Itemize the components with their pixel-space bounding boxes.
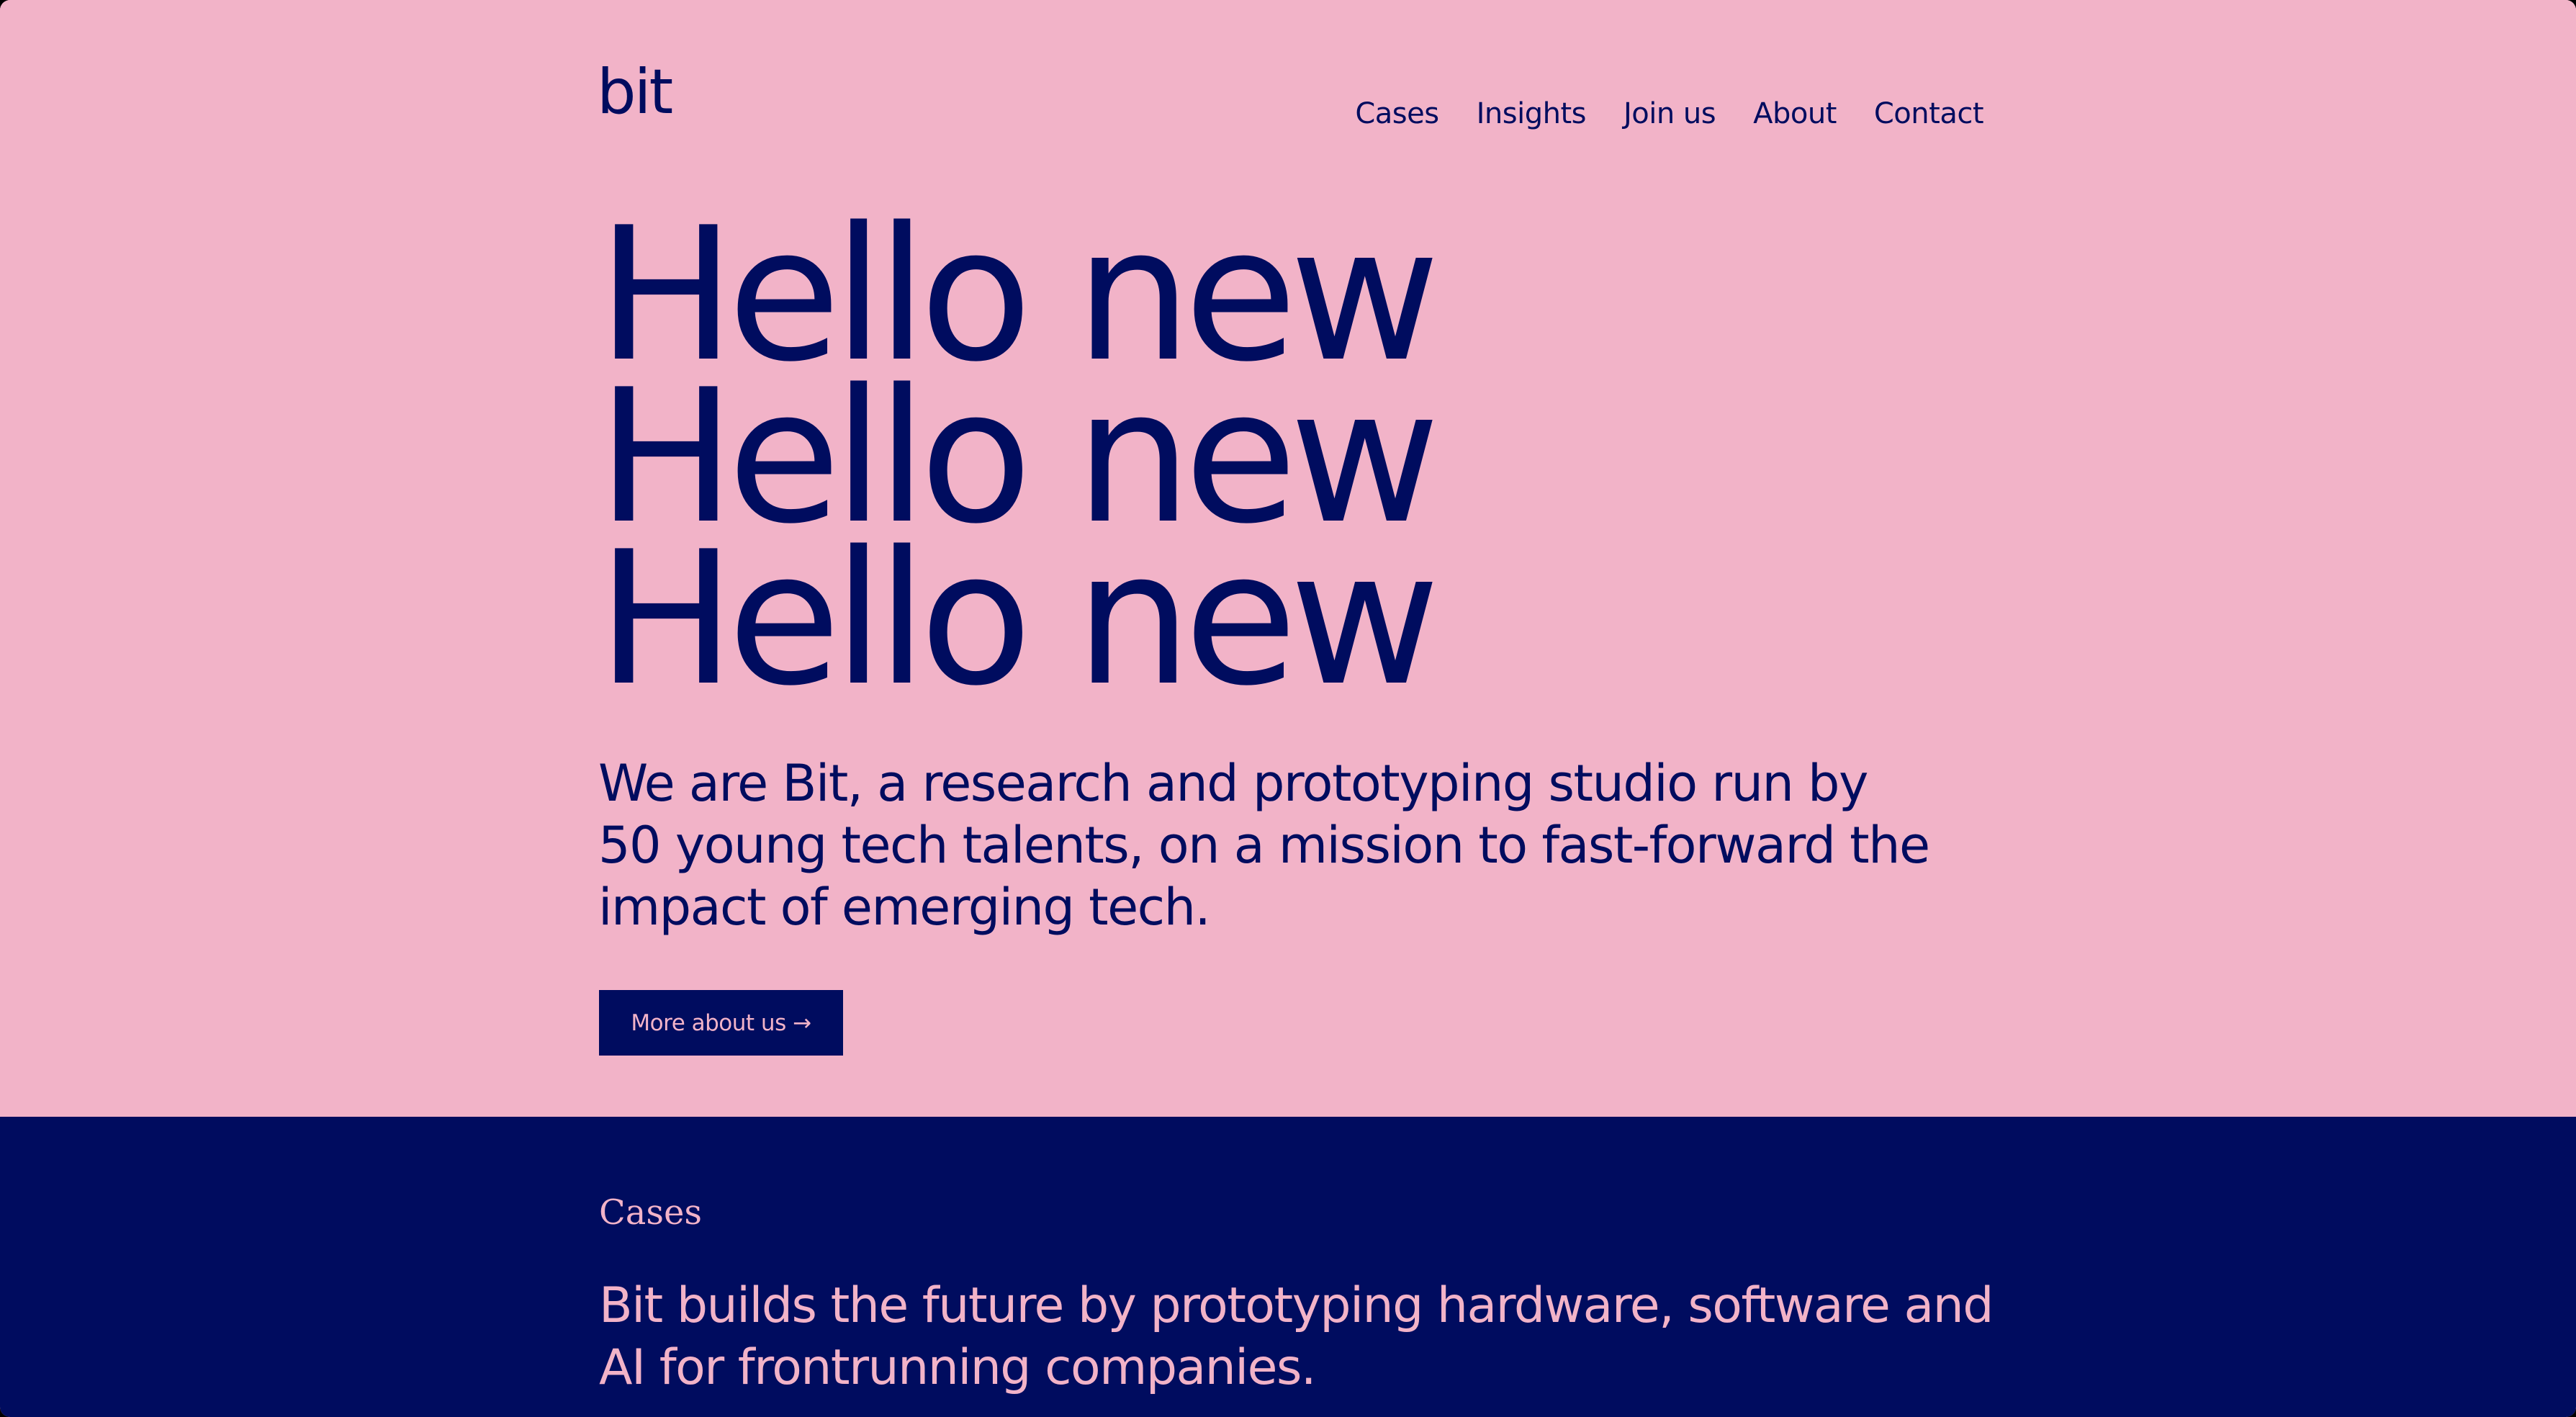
cases-heading: Cases [599, 1192, 703, 1233]
logo[interactable]: bit [597, 56, 673, 128]
hero-section: bit Cases Insights Join us About Contact… [0, 0, 2576, 1117]
cases-section: Cases Bit builds the future by prototypi… [0, 1117, 2576, 1417]
nav-link-about[interactable]: About [1753, 95, 1837, 132]
hero-headline: Hello new Hello new Hello new [597, 203, 1440, 727]
nav-link-cases[interactable]: Cases [1355, 95, 1439, 132]
browser-window: bit Cases Insights Join us About Contact… [0, 0, 2576, 1417]
nav-link-join-us[interactable]: Join us [1623, 95, 1716, 132]
headline-line: Hello new [597, 512, 1440, 727]
main-nav: Cases Insights Join us About Contact [1355, 95, 1983, 132]
hero-intro: We are Bit, a research and prototyping s… [598, 754, 1930, 937]
nav-link-insights[interactable]: Insights [1477, 95, 1587, 132]
cases-description: Bit builds the future by prototyping har… [599, 1277, 1994, 1396]
nav-link-contact[interactable]: Contact [1874, 95, 1984, 132]
more-about-us-button[interactable]: More about us → [599, 990, 843, 1056]
